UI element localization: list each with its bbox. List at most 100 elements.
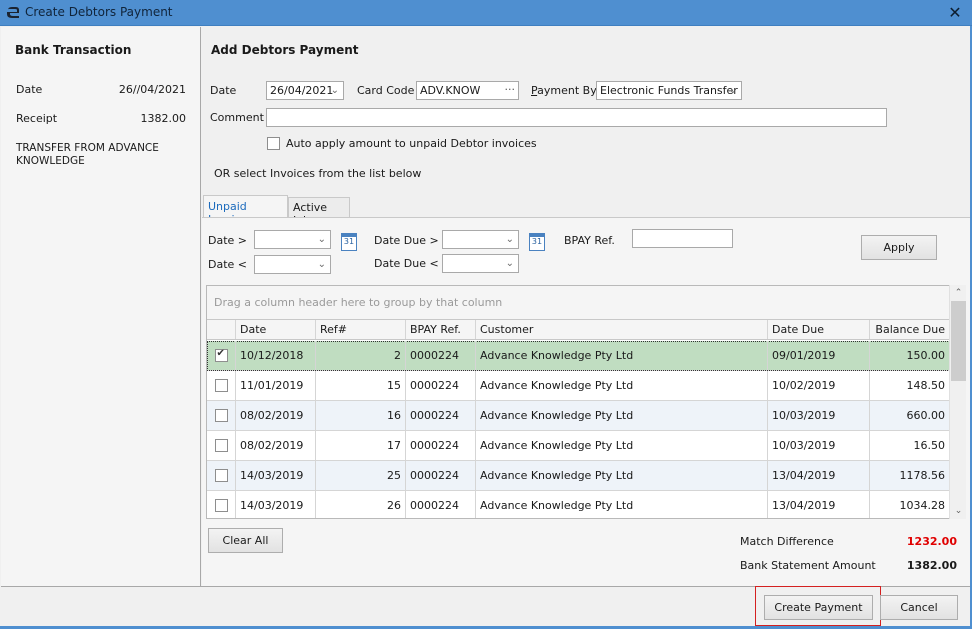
row-checkbox-cell[interactable]: [207, 371, 236, 400]
scroll-down-icon[interactable]: ⌄: [950, 503, 967, 519]
cell-bpay-ref[interactable]: 0000224: [406, 401, 476, 430]
cell-customer[interactable]: Advance Knowledge Pty Ltd: [476, 371, 768, 400]
date-lt-picker[interactable]: ⌄: [254, 255, 331, 274]
calendar-icon[interactable]: 31: [529, 233, 545, 251]
column-header-balance-due[interactable]: Balance Due: [870, 320, 950, 339]
card-code-value: ADV.KNOW: [420, 84, 481, 97]
cell-ref[interactable]: 17: [316, 431, 406, 460]
table-row[interactable]: 08/02/2019 16 0000224 Advance Knowledge Pty…: [207, 401, 950, 431]
row-checkbox-cell[interactable]: [207, 401, 236, 430]
chevron-down-icon[interactable]: ⌄: [331, 83, 339, 98]
group-by-panel[interactable]: Drag a column header here to group by th…: [207, 286, 950, 320]
cell-date-due[interactable]: 10/02/2019: [768, 371, 870, 400]
cell-ref[interactable]: 16: [316, 401, 406, 430]
payment-by-select[interactable]: Electronic Funds Transfer ⌄: [596, 81, 742, 100]
column-header-bpay-ref[interactable]: BPAY Ref.: [406, 320, 476, 339]
row-select-checkbox[interactable]: [214, 499, 228, 512]
scroll-thumb[interactable]: [951, 301, 966, 381]
column-header-date[interactable]: Date: [236, 320, 316, 339]
cell-date[interactable]: 10/12/2018: [236, 341, 316, 370]
window-title: Create Debtors Payment: [25, 5, 173, 19]
cancel-button[interactable]: Cancel: [880, 595, 958, 620]
lookup-ellipsis-icon[interactable]: ···: [505, 82, 516, 97]
cell-balance-due[interactable]: 1034.28: [870, 491, 950, 518]
chevron-down-icon[interactable]: ⌄: [318, 257, 326, 272]
table-row[interactable]: 08/02/2019 17 0000224 Advance Knowledge Pty…: [207, 431, 950, 461]
cell-date-due[interactable]: 10/03/2019: [768, 431, 870, 460]
cell-balance-due[interactable]: 16.50: [870, 431, 950, 460]
cell-date[interactable]: 14/03/2019: [236, 491, 316, 518]
chevron-down-icon[interactable]: ⌄: [506, 256, 514, 271]
table-row[interactable]: 14/03/2019 25 0000224 Advance Knowledge Pty…: [207, 461, 950, 491]
row-select-checkbox[interactable]: [214, 469, 228, 482]
cell-date[interactable]: 08/02/2019: [236, 431, 316, 460]
grid-scrollbar[interactable]: ⌃ ⌄: [949, 285, 966, 519]
cell-date-due[interactable]: 09/01/2019: [768, 341, 870, 370]
cell-ref[interactable]: 15: [316, 371, 406, 400]
column-header-select[interactable]: [207, 320, 236, 339]
payment-date-picker[interactable]: 26/04/2021 ⌄: [266, 81, 344, 100]
cell-ref[interactable]: 26: [316, 491, 406, 518]
column-header-ref[interactable]: Ref#: [316, 320, 406, 339]
table-row[interactable]: 11/01/2019 15 0000224 Advance Knowledge Pty…: [207, 371, 950, 401]
row-select-checkbox[interactable]: [214, 379, 228, 392]
cell-balance-due[interactable]: 150.00: [870, 341, 950, 370]
grid-header: Date Ref# BPAY Ref. Customer Date Due Ba…: [207, 320, 950, 340]
cell-ref[interactable]: 25: [316, 461, 406, 490]
row-checkbox-cell[interactable]: [207, 431, 236, 460]
cell-bpay-ref[interactable]: 0000224: [406, 371, 476, 400]
cell-customer[interactable]: Advance Knowledge Pty Ltd: [476, 491, 768, 518]
create-payment-button[interactable]: Create Payment: [764, 595, 873, 620]
cell-customer[interactable]: Advance Knowledge Pty Ltd: [476, 401, 768, 430]
date-due-lt-picker[interactable]: ⌄: [442, 254, 519, 273]
auto-apply-checkbox[interactable]: [267, 137, 280, 150]
bank-statement-amount-label: Bank Statement Amount: [740, 559, 876, 572]
row-select-checkbox[interactable]: [214, 409, 228, 422]
tab-unpaid-invoices[interactable]: Unpaid Invoices: [203, 195, 288, 226]
cell-date-due[interactable]: 13/04/2019: [768, 491, 870, 518]
calendar-icon[interactable]: 31: [341, 233, 357, 251]
cell-bpay-ref[interactable]: 0000224: [406, 461, 476, 490]
bpay-ref-input[interactable]: [632, 229, 733, 248]
cell-date-due[interactable]: 10/03/2019: [768, 401, 870, 430]
cell-date[interactable]: 14/03/2019: [236, 461, 316, 490]
close-icon[interactable]: ✕: [946, 4, 964, 22]
cell-date[interactable]: 08/02/2019: [236, 401, 316, 430]
table-row[interactable]: 14/03/2019 26 0000224 Advance Knowledge Pty…: [207, 491, 950, 518]
date-gt-picker[interactable]: ⌄: [254, 230, 331, 249]
card-code-field[interactable]: ADV.KNOW ···: [416, 81, 519, 100]
cell-bpay-ref[interactable]: 0000224: [406, 491, 476, 518]
chevron-down-icon[interactable]: ⌄: [318, 232, 326, 247]
row-checkbox-cell[interactable]: [207, 491, 236, 518]
cell-balance-due[interactable]: 1178.56: [870, 461, 950, 490]
row-select-checkbox[interactable]: [214, 439, 228, 452]
chevron-down-icon[interactable]: ⌄: [506, 232, 514, 247]
column-header-date-due[interactable]: Date Due: [768, 320, 870, 339]
cell-date-due[interactable]: 13/04/2019: [768, 461, 870, 490]
cell-balance-due[interactable]: 660.00: [870, 401, 950, 430]
chevron-down-icon[interactable]: ⌄: [729, 83, 737, 98]
row-checkbox-cell[interactable]: ✔: [207, 341, 236, 370]
table-row[interactable]: ✔ 10/12/2018 2 0000224 Advance Knowledge Pty…: [207, 341, 950, 371]
payment-by-label: Payment By: [531, 84, 597, 97]
cell-bpay-ref[interactable]: 0000224: [406, 341, 476, 370]
cell-balance-due[interactable]: 148.50: [870, 371, 950, 400]
cell-ref[interactable]: 2: [316, 341, 406, 370]
clear-all-button[interactable]: Clear All: [208, 528, 283, 553]
cell-date[interactable]: 11/01/2019: [236, 371, 316, 400]
date-due-gt-picker[interactable]: ⌄: [442, 230, 519, 249]
cell-customer[interactable]: Advance Knowledge Pty Ltd: [476, 431, 768, 460]
comment-input[interactable]: [266, 108, 887, 127]
tab-active-jobs[interactable]: Active Jobs: [288, 197, 350, 227]
row-select-checkbox[interactable]: ✔: [214, 348, 228, 362]
cell-customer[interactable]: Advance Knowledge Pty Ltd: [476, 461, 768, 490]
apply-button[interactable]: Apply: [861, 235, 937, 260]
column-header-customer[interactable]: Customer: [476, 320, 768, 339]
payment-by-value: Electronic Funds Transfer: [600, 84, 738, 97]
cell-bpay-ref[interactable]: 0000224: [406, 431, 476, 460]
scroll-up-icon[interactable]: ⌃: [950, 285, 967, 301]
payment-date-label: Date: [210, 84, 237, 97]
row-checkbox-cell[interactable]: [207, 461, 236, 490]
cell-customer[interactable]: Advance Knowledge Pty Ltd: [476, 341, 768, 370]
comment-label: Comment: [210, 111, 264, 124]
